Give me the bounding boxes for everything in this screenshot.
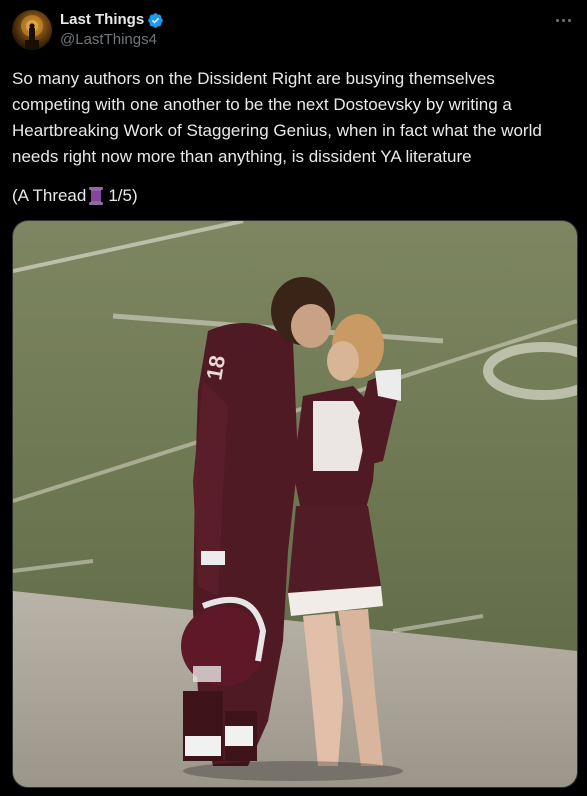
more-options-icon[interactable] (551, 10, 575, 30)
jersey-number: 18 (201, 353, 230, 381)
tweet-text: So many authors on the Dissident Right a… (12, 69, 547, 166)
author-handle[interactable]: @LastThings4 (60, 31, 157, 49)
tweet-card[interactable]: Last Things @LastThings4 So many authors… (0, 0, 587, 796)
avatar-figure-icon (21, 15, 43, 50)
thread-indicator: (A Thread 1/5) (12, 184, 138, 208)
author-display-name[interactable]: Last Things (60, 11, 144, 29)
thread-prefix: (A Thread (12, 186, 87, 205)
thread-counter: 1/5) (108, 186, 138, 205)
verified-badge-icon (147, 12, 164, 29)
photo-football-field-icon: 18 (13, 221, 577, 787)
author-avatar[interactable] (12, 10, 52, 50)
author-name-row: Last Things (60, 11, 164, 29)
tweet-photo[interactable]: 18 (12, 220, 578, 788)
spool-of-thread-icon (88, 186, 104, 206)
